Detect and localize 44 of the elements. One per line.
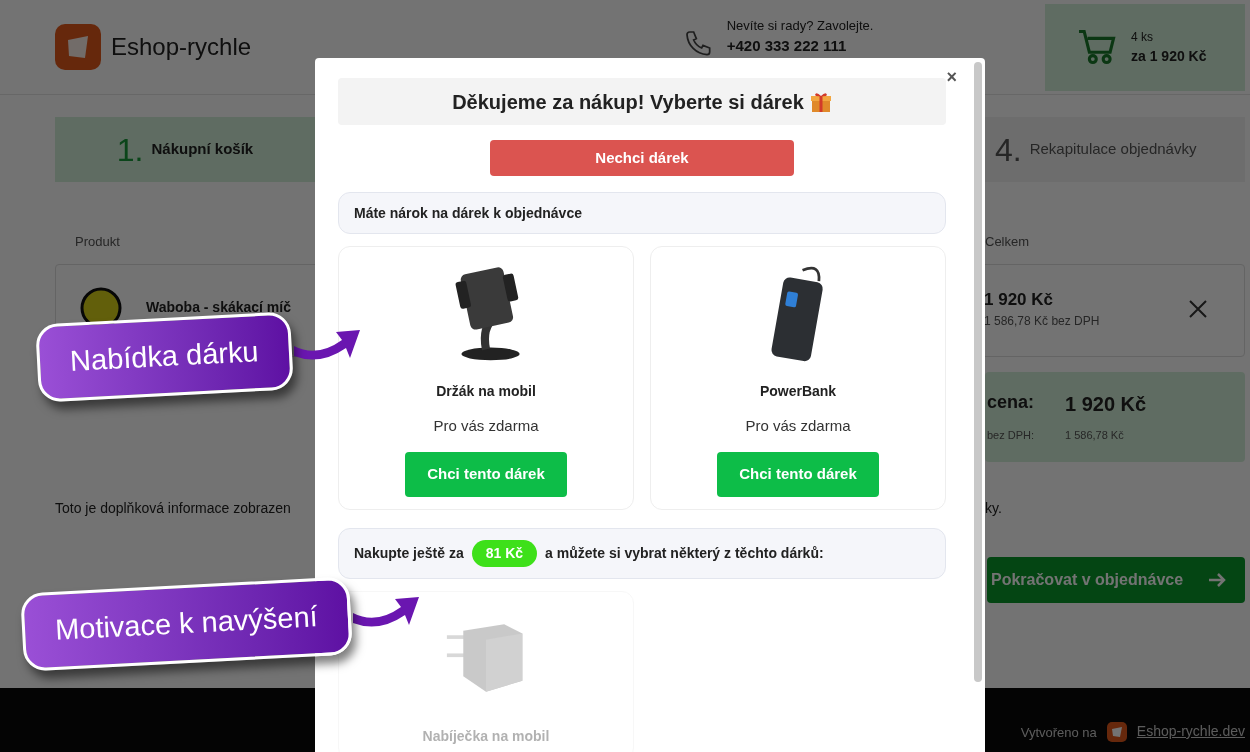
row-total-net: 1 586,78 Kč bez DPH bbox=[984, 313, 1100, 330]
summary-label: cena: bbox=[987, 391, 1036, 415]
info-text: Toto je doplňková informace zobrazen bbox=[55, 498, 291, 518]
step-label: Rekapitulace objednávky bbox=[1029, 139, 1197, 160]
close-button[interactable]: × bbox=[946, 68, 957, 86]
checkout-step[interactable]: 4. Rekapitulace objednávky bbox=[985, 117, 1245, 182]
cart-total: za 1 920 Kč bbox=[1131, 46, 1207, 66]
step-number: 1. bbox=[116, 130, 144, 170]
checkout-step[interactable]: 1. Nákupní košík bbox=[55, 117, 315, 182]
section-heading: Nakupte ještě za bbox=[354, 543, 464, 563]
column-header: Produkt bbox=[75, 233, 120, 251]
decline-gift-button[interactable]: Nechci dárek bbox=[490, 140, 794, 176]
step-label: Nákupní košík bbox=[151, 139, 254, 160]
section-heading: Máte nárok na dárek k objednávce bbox=[354, 203, 582, 223]
logo-icon bbox=[55, 24, 101, 70]
logo-icon bbox=[1106, 722, 1127, 742]
continue-button[interactable]: Pokračovat v objednávce bbox=[987, 556, 1245, 603]
gift-name: Držák na mobil bbox=[436, 382, 536, 401]
summary-label: bez DPH: bbox=[987, 428, 1036, 444]
gift-name: Nabíječka na mobil bbox=[422, 726, 550, 746]
summary-total: 1 920 Kč bbox=[1065, 392, 1148, 418]
cart-summary[interactable]: 4 ks za 1 920 Kč bbox=[1045, 3, 1245, 91]
footer-text: Vytvořeno na bbox=[1020, 723, 1097, 742]
logo-text: Eshop-rychle bbox=[111, 32, 252, 62]
gift-icon bbox=[809, 90, 832, 113]
summary-net: 1 586,78 Kč bbox=[1065, 428, 1125, 444]
info-text: ky. bbox=[985, 498, 1003, 518]
footer-link[interactable]: Eshop-rychle.dev bbox=[1136, 721, 1245, 742]
gift-name: PowerBank bbox=[759, 382, 837, 401]
choose-gift-button[interactable]: Chci tento dárek bbox=[717, 451, 879, 497]
annotation-label: Nabídka dárku bbox=[35, 311, 294, 403]
cart-count: 4 ks bbox=[1131, 28, 1154, 46]
gift-note: Pro vás zdarma bbox=[745, 416, 851, 436]
choose-gift-button[interactable]: Chci tento dárek bbox=[405, 451, 567, 497]
phone-number: +420 333 222 111 bbox=[726, 37, 848, 56]
section-heading: a můžete si vybrat některý z těchto dárků: bbox=[545, 543, 824, 563]
row-total: 1 920 Kč bbox=[984, 288, 1054, 311]
gift-note: Pro vás zdarma bbox=[433, 416, 539, 436]
amount-badge: 81 Kč bbox=[471, 539, 538, 567]
dialog-title: Děkujeme za nákup! Vyberte si dárek bbox=[452, 89, 804, 115]
column-header: Celkem bbox=[985, 233, 1031, 251]
step-number: 4. bbox=[995, 130, 1022, 170]
help-text: Nevíte si rady? Zavolejte. bbox=[726, 18, 874, 35]
close-icon[interactable] bbox=[1188, 298, 1208, 319]
